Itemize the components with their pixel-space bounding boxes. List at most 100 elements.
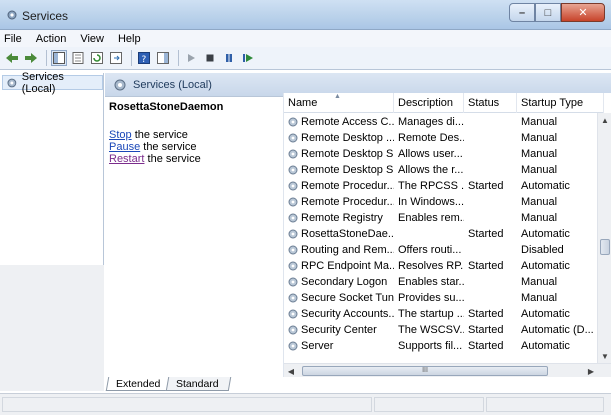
service-gear-icon [288,341,298,351]
toolbar: ? [0,47,611,70]
table-row[interactable]: Secondary Logon Enables star... Manual [284,274,604,290]
stop-service-button[interactable] [202,50,218,66]
minimize-button[interactable]: – [509,3,535,22]
service-description: The startup ... [398,308,464,320]
forward-arrow-icon [25,53,37,63]
tab-extended-label: Extended [116,377,161,390]
properties-button[interactable] [70,50,86,66]
table-row[interactable]: Remote Desktop ... Remote Des... Manual [284,130,604,146]
service-name-cell: Security Center [284,324,394,336]
status-bar-segment [374,397,484,412]
service-description: Remote Des... [398,132,464,144]
maximize-button[interactable]: □ [535,3,561,22]
menu-action[interactable]: Action [36,33,67,45]
table-row[interactable]: Secure Socket Tun... Provides su... Manual [284,290,604,306]
start-service-button[interactable] [183,50,199,66]
table-row[interactable]: Remote Procedur... The RPCSS ... Started Au… [284,178,604,194]
menu-file[interactable]: File [4,33,22,45]
service-name: RPC Endpoint Ma... [301,260,394,272]
export-list-button[interactable] [108,50,124,66]
service-gear-icon [288,165,298,175]
back-button[interactable] [4,50,20,66]
restart-service-link[interactable]: Restart [109,153,144,165]
table-row[interactable]: Remote Access C... Manages di... Manual [284,114,604,130]
vertical-scroll-thumb[interactable] [600,239,610,255]
horizontal-scroll-thumb[interactable]: III [302,366,548,376]
action-pane-icon [157,52,169,64]
service-startup-type: Manual [521,164,558,176]
scroll-left-icon[interactable]: ◀ [284,364,298,377]
table-row[interactable]: Server Supports fil... Started Automatic [284,338,604,354]
tab-extended[interactable]: Extended [105,377,173,391]
service-name-cell: Remote Desktop S... [284,148,394,160]
service-gear-icon [288,293,298,303]
pause-service-link[interactable]: Pause [109,141,140,153]
service-name: Remote Procedur... [301,180,394,192]
pause-service-button[interactable] [221,50,237,66]
show-action-pane-button[interactable] [155,50,171,66]
back-arrow-icon [6,53,18,63]
column-header-startup-type[interactable]: Startup Type [517,93,604,113]
service-gear-icon [288,277,298,287]
horizontal-scrollbar[interactable]: ◀ III ▶ [284,363,611,377]
stop-action: Stop the service [109,129,279,141]
column-header-status[interactable]: Status [464,93,517,113]
table-row[interactable]: Remote Desktop S... Allows user... Manual [284,146,604,162]
service-description: Provides su... [398,292,464,304]
scroll-up-icon[interactable]: ▲ [598,113,611,127]
help-button[interactable]: ? [136,50,152,66]
service-name: Routing and Rem... [301,244,394,256]
scroll-right-icon[interactable]: ▶ [584,364,598,377]
refresh-button[interactable] [89,50,105,66]
service-name-cell: Remote Desktop ... [284,132,394,144]
services-gear-icon [7,78,17,87]
service-name: Server [301,340,334,352]
restart-action: Restart the service [109,153,279,165]
column-header-description[interactable]: Description [394,93,464,113]
service-name: Remote Desktop S... [301,164,394,176]
tree-item-services-local[interactable]: Services (Local) [2,71,103,95]
close-button[interactable]: ✕ [561,3,605,22]
menu-help[interactable]: Help [118,33,141,45]
table-row[interactable]: RPC Endpoint Ma... Resolves RP... Started A… [284,258,604,274]
tab-standard[interactable]: Standard [166,377,232,391]
table-row[interactable]: RosettaStoneDae... Started Automatic [284,226,604,242]
table-row[interactable]: Remote Desktop S... Allows the r... Manual [284,162,604,178]
service-gear-icon [288,181,298,191]
service-gear-icon [288,309,298,319]
service-description: Supports fil... [398,340,463,352]
vertical-scrollbar[interactable]: ▲ ▼ [597,113,611,363]
table-row[interactable]: Remote Procedur... In Windows... Manual [284,194,604,210]
service-startup-type: Automatic (D... [521,324,594,336]
service-startup-type: Disabled [521,244,564,256]
table-row[interactable]: Routing and Rem... Offers routi... Disable… [284,242,604,258]
show-tree-button[interactable] [51,50,67,66]
services-pane: Services (Local) RosettaStoneDaemon Stop… [105,73,611,391]
stop-service-link[interactable]: Stop [109,129,132,141]
status-bar-segment [486,397,604,412]
pause-icon [226,54,232,62]
restart-service-button[interactable] [240,50,256,66]
service-description: Enables rem... [398,212,464,224]
service-name-cell: Secure Socket Tun... [284,292,394,304]
table-row[interactable]: Security Accounts... The startup ... Start… [284,306,604,322]
service-name: Security Accounts... [301,308,394,320]
menu-view[interactable]: View [80,33,104,45]
service-startup-type: Manual [521,212,558,224]
table-row[interactable]: Security Center The WSCSV... Started Automa… [284,322,604,338]
restart-action-text: the service [144,153,201,165]
table-row[interactable]: Remote Registry Enables rem... Manual [284,210,604,226]
scroll-down-icon[interactable]: ▼ [598,349,611,363]
sort-ascending-icon: ▲ [334,93,341,100]
service-status: Started [468,180,504,192]
service-status: Started [468,324,504,336]
service-startup-type: Manual [521,196,558,208]
service-name: Secure Socket Tun... [301,292,394,304]
pause-action-text: the service [140,141,197,153]
forward-button[interactable] [23,50,39,66]
service-gear-icon [288,133,298,143]
console-tree-icon [53,52,65,64]
tree-pane-empty-area [0,265,104,391]
service-startup-type: Manual [521,276,558,288]
service-name-cell: Routing and Rem... [284,244,394,256]
